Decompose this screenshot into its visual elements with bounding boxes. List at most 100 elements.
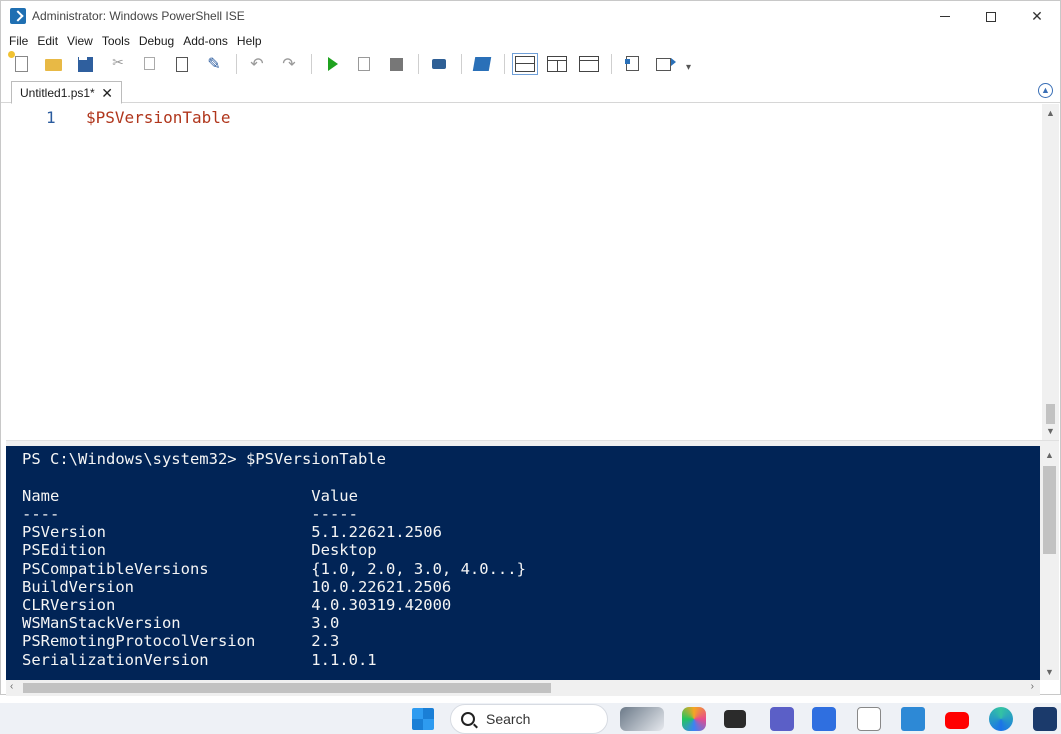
show-command-addon-button[interactable]: [654, 54, 674, 74]
maximize-button[interactable]: [968, 1, 1014, 32]
close-icon: ✕: [1031, 8, 1043, 24]
scroll-left-icon[interactable]: ‹: [10, 681, 13, 692]
console-line: PSEdition Desktop: [22, 541, 377, 559]
menu-file[interactable]: File: [9, 32, 33, 51]
copilot-icon[interactable]: [682, 707, 706, 731]
console-line: PSCompatibleVersions {1.0, 2.0, 3.0, 4.0…: [22, 560, 526, 578]
console-vertical-scrollbar[interactable]: ▲ ▼: [1040, 446, 1059, 680]
script-tab-strip: Untitled1.ps1* ✕ ▲: [1, 77, 1060, 104]
scroll-thumb[interactable]: [1046, 404, 1055, 424]
youtube-icon[interactable]: [945, 712, 969, 729]
console-line: ---- -----: [22, 505, 358, 523]
editor-vertical-scrollbar[interactable]: ▲ ▼: [1042, 104, 1059, 440]
paste-button[interactable]: [172, 54, 192, 74]
scroll-down-icon[interactable]: ▼: [1046, 426, 1055, 436]
menu-add-ons[interactable]: Add-ons: [183, 32, 233, 51]
scroll-up-icon[interactable]: ▲: [1046, 108, 1055, 118]
start-windows-icon[interactable]: [412, 708, 434, 730]
tab-untitled1[interactable]: Untitled1.ps1* ✕: [11, 81, 122, 104]
scroll-thumb[interactable]: [1043, 466, 1056, 554]
toolbar-overflow-icon[interactable]: ▾: [686, 62, 691, 73]
toolbar-separator: [611, 53, 612, 74]
scissors-icon: ✂: [112, 53, 124, 70]
console-pane[interactable]: PS C:\Windows\system32> $PSVersionTable …: [6, 446, 1040, 680]
minimize-button[interactable]: [922, 1, 968, 32]
console-line: PS C:\Windows\system32> $PSVersionTable: [22, 450, 386, 468]
toolbar-separator: [236, 53, 237, 74]
menu-bar: File Edit View Tools Debug Add-ons Help: [1, 32, 1060, 51]
console-horizontal-scrollbar[interactable]: ‹ ›: [6, 680, 1040, 696]
tab-label: Untitled1.ps1*: [20, 85, 95, 100]
command-addon-icon: [656, 57, 671, 71]
run-script-button[interactable]: [322, 54, 342, 74]
console-line: PSVersion 5.1.22621.2506: [22, 523, 442, 541]
powershell-ise-window: Administrator: Windows PowerShell ISE ✕ …: [0, 0, 1061, 696]
console-line: SerializationVersion 1.1.0.1: [22, 651, 377, 669]
menu-edit[interactable]: Edit: [37, 32, 63, 51]
scroll-right-icon[interactable]: ›: [1031, 681, 1034, 692]
save-script-button[interactable]: [76, 54, 96, 74]
copy-icon: [144, 56, 155, 70]
new-file-icon: [15, 55, 28, 72]
microsoft-365-icon[interactable]: [857, 707, 881, 731]
copy-button[interactable]: [140, 54, 160, 74]
edge-browser-icon[interactable]: [989, 707, 1013, 731]
scroll-up-icon[interactable]: ▲: [1045, 450, 1054, 460]
toolbar: ✂ ✎ ↶ ↷ ▾: [1, 51, 1060, 76]
defender-icon[interactable]: [901, 707, 925, 731]
layout-right-icon: [547, 55, 567, 72]
script-editor[interactable]: 1 $PSVersionTable: [6, 104, 1042, 440]
search-icon: [461, 712, 475, 726]
console-line: WSManStackVersion 3.0: [22, 614, 340, 632]
undo-icon: ↶: [250, 55, 264, 73]
stop-operation-button[interactable]: [386, 54, 406, 74]
run-selection-button[interactable]: [354, 54, 374, 74]
redo-button[interactable]: ↷: [279, 54, 299, 74]
menu-tools[interactable]: Tools: [102, 32, 135, 51]
start-powershell-button[interactable]: [472, 54, 492, 74]
toolbar-separator: [461, 53, 462, 74]
file-explorer-icon[interactable]: [724, 710, 746, 728]
tab-close-icon[interactable]: ✕: [101, 85, 113, 102]
script-pane-right-button[interactable]: [547, 54, 567, 74]
code-line[interactable]: $PSVersionTable: [86, 108, 231, 127]
new-script-button[interactable]: [12, 54, 32, 74]
redo-icon: ↷: [282, 55, 296, 73]
console-line: PSRemotingProtocolVersion 2.3: [22, 632, 340, 650]
console-line: CLRVersion 4.0.30319.42000: [22, 596, 452, 614]
scroll-down-icon[interactable]: ▼: [1045, 667, 1054, 677]
scroll-thumb[interactable]: [23, 683, 551, 693]
toolbar-separator: [504, 53, 505, 74]
new-remote-tab-button[interactable]: [429, 54, 449, 74]
layout-top-icon: [512, 52, 538, 75]
taskbar: Search: [0, 703, 1061, 734]
widgets-icon[interactable]: [620, 707, 664, 731]
clear-console-icon: ✎: [207, 55, 221, 73]
layout-maximized-icon: [579, 55, 599, 72]
toolbar-separator: [418, 53, 419, 74]
clipboard-icon: [176, 56, 188, 72]
console-line: BuildVersion 10.0.22621.2506: [22, 578, 452, 596]
taskbar-search-box[interactable]: Search: [450, 704, 608, 734]
microsoft-store-icon[interactable]: [812, 707, 836, 731]
toolbar-separator: [311, 53, 312, 74]
menu-help[interactable]: Help: [237, 32, 267, 51]
show-script-pane-button[interactable]: [622, 54, 642, 74]
cut-button[interactable]: ✂: [108, 54, 128, 74]
menu-debug[interactable]: Debug: [139, 32, 179, 51]
run-selection-icon: [358, 56, 370, 71]
teams-icon[interactable]: [770, 707, 794, 731]
close-window-button[interactable]: ✕: [1014, 1, 1060, 32]
clear-console-button[interactable]: ✎: [204, 54, 224, 74]
menu-view[interactable]: View: [67, 32, 98, 51]
open-script-button[interactable]: [44, 54, 64, 74]
undo-button[interactable]: ↶: [247, 54, 267, 74]
maximize-icon: [986, 11, 996, 22]
script-pane-maximized-button[interactable]: [579, 54, 599, 74]
window-title: Administrator: Windows PowerShell ISE: [32, 9, 245, 23]
powershell-taskbar-icon[interactable]: [1033, 707, 1057, 731]
powershell-icon: [472, 56, 492, 71]
open-folder-icon: [45, 58, 62, 71]
collapse-script-pane-icon[interactable]: ▲: [1038, 83, 1053, 98]
script-pane-top-button[interactable]: [512, 52, 538, 75]
